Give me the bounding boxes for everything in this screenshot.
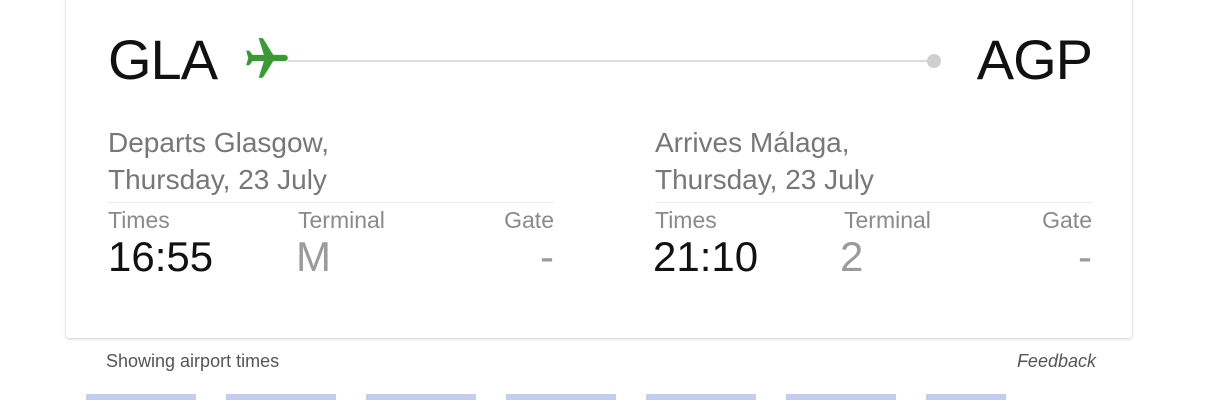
arrival-time: 21:10 bbox=[653, 233, 759, 280]
arrival-info: Arrives Málaga, Thursday, 23 July bbox=[655, 124, 874, 198]
departure-place: Departs Glasgow, bbox=[108, 127, 329, 158]
arrival-gate-label: Gate bbox=[1042, 207, 1092, 233]
departure-divider bbox=[108, 202, 554, 203]
departure-airport-code: GLA bbox=[108, 28, 218, 91]
route-line bbox=[288, 60, 928, 62]
departure-terminal-label: Terminal bbox=[298, 207, 385, 233]
arrival-divider bbox=[655, 202, 1092, 203]
arrival-terminal: 2 bbox=[840, 233, 864, 280]
arrival-gate: - bbox=[1078, 233, 1092, 280]
airport-times-note: Showing airport times bbox=[106, 351, 280, 371]
departure-times-label: Times bbox=[108, 207, 170, 233]
arrival-times-label: Times bbox=[655, 207, 717, 233]
departure-gate-label: Gate bbox=[504, 207, 554, 233]
destination-dot-icon bbox=[927, 54, 941, 68]
arrival-terminal-label: Terminal bbox=[844, 207, 931, 233]
departure-time: 16:55 bbox=[108, 233, 214, 280]
departure-gate: - bbox=[540, 233, 554, 280]
arrival-place: Arrives Málaga, bbox=[655, 127, 850, 158]
arrival-date: Thursday, 23 July bbox=[655, 164, 874, 195]
departure-info: Departs Glasgow, Thursday, 23 July bbox=[108, 124, 329, 198]
flight-status-page: GLA AGP Departs Glasgow, Thursday, 23 Ju… bbox=[0, 0, 1230, 400]
flight-card: GLA AGP Departs Glasgow, Thursday, 23 Ju… bbox=[66, 0, 1132, 338]
departure-terminal: M bbox=[296, 233, 331, 280]
feedback-link[interactable]: Feedback bbox=[1017, 351, 1096, 372]
airplane-icon bbox=[246, 38, 288, 78]
arrival-airport-code: AGP bbox=[976, 28, 1093, 91]
departure-date: Thursday, 23 July bbox=[108, 164, 327, 195]
truncated-result-link[interactable] bbox=[86, 394, 1006, 400]
